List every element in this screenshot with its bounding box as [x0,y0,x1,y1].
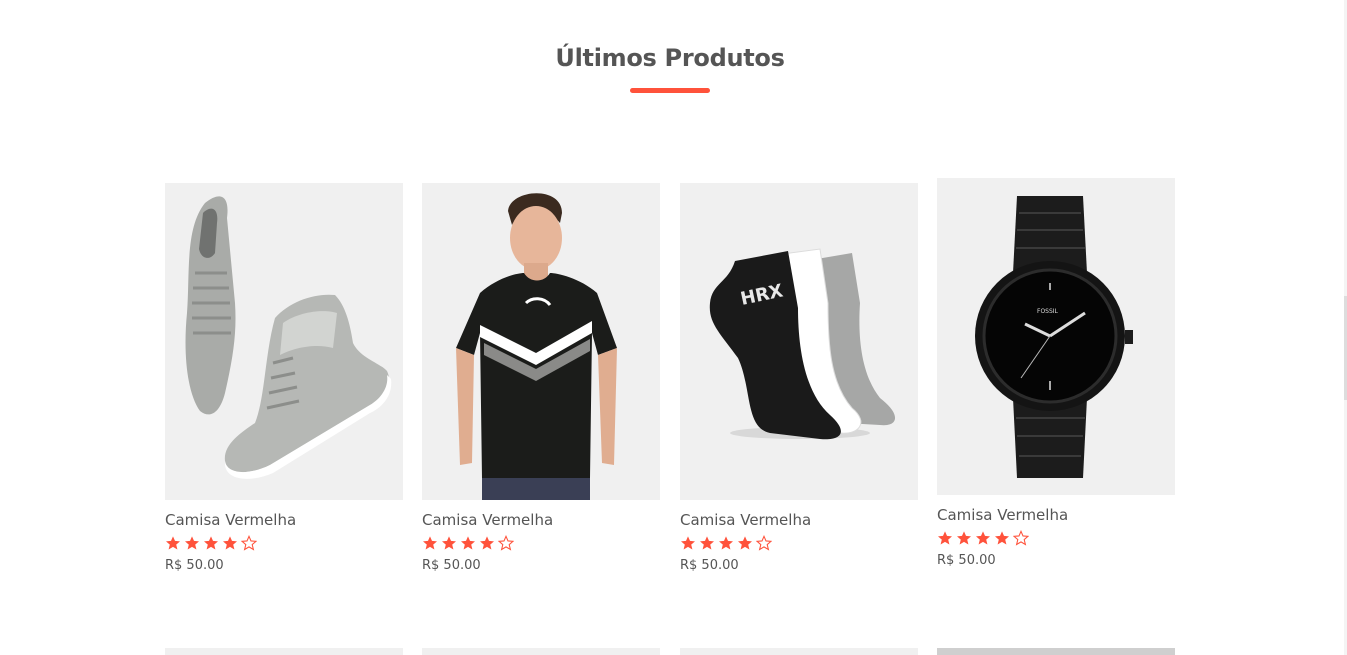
socks-image: HRX [680,183,918,500]
product-card[interactable]: Camisa Vermelha R$ 50.00 [422,183,660,574]
product-card-partial[interactable] [680,648,918,655]
star-empty-icon [1013,530,1029,546]
product-card[interactable]: HRX Camisa Vermelha R$ 50.00 [680,183,918,574]
star-filled-icon [738,536,752,550]
product-image-socks[interactable]: HRX [680,183,918,500]
latest-products-section: Últimos Produtos Camisa Vermelha R$ 50.0… [0,0,1347,655]
star-filled-icon [976,531,990,545]
star-filled-icon [480,536,494,550]
star-filled-icon [461,536,475,550]
star-filled-icon [719,536,733,550]
section-title: Últimos Produtos [555,44,785,72]
rating-stars [937,530,1175,548]
star-filled-icon [957,531,971,545]
watch-image: FOSSIL [937,178,1175,495]
rating-stars [680,535,918,553]
product-price: R$ 50.00 [422,558,481,573]
product-name[interactable]: Camisa Vermelha [680,510,918,530]
sneaker-image [165,183,403,500]
product-card-partial[interactable] [422,648,660,655]
star-empty-icon [241,535,257,551]
star-filled-icon [223,536,237,550]
product-price: R$ 50.00 [165,558,224,573]
rating-stars [165,535,403,553]
product-price: R$ 50.00 [680,558,739,573]
title-underline [630,88,710,93]
star-filled-icon [185,536,199,550]
star-filled-icon [938,531,952,545]
product-image-watch[interactable]: FOSSIL [937,178,1175,495]
product-image-sneakers[interactable] [165,183,403,500]
product-card[interactable]: FOSSIL Camisa Vermelha R$ 50.00 [937,178,1175,569]
star-filled-icon [995,531,1009,545]
star-empty-icon [498,535,514,551]
product-card-partial[interactable] [165,648,403,655]
star-empty-icon [756,535,772,551]
star-filled-icon [700,536,714,550]
product-price: R$ 50.00 [937,553,996,568]
star-filled-icon [204,536,218,550]
product-name[interactable]: Camisa Vermelha [422,510,660,530]
product-name[interactable]: Camisa Vermelha [165,510,403,530]
svg-text:FOSSIL: FOSSIL [1037,308,1059,315]
product-name[interactable]: Camisa Vermelha [937,505,1175,525]
star-filled-icon [166,536,180,550]
star-filled-icon [681,536,695,550]
star-filled-icon [423,536,437,550]
product-image-tshirt[interactable] [422,183,660,500]
tshirt-model-image [422,183,660,500]
product-card-partial[interactable] [937,648,1175,655]
star-filled-icon [442,536,456,550]
product-card[interactable]: Camisa Vermelha R$ 50.00 [165,183,403,574]
rating-stars [422,535,660,553]
